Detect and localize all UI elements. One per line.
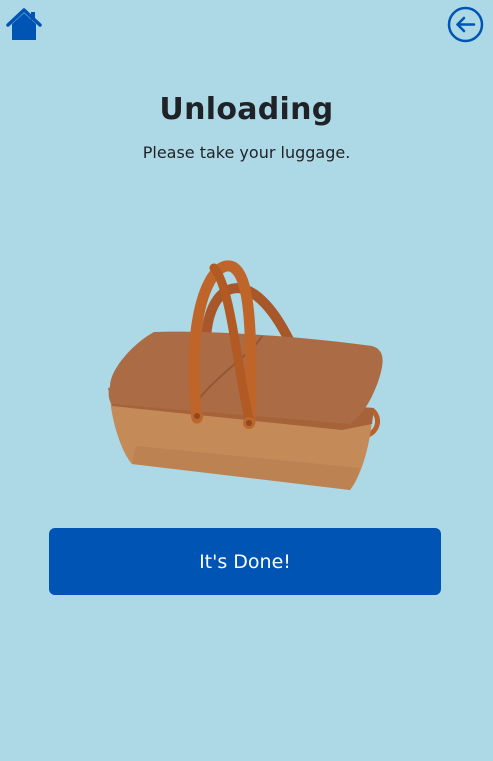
arrow-left-circle-icon bbox=[447, 6, 484, 43]
page-title: Unloading bbox=[159, 92, 334, 127]
home-button[interactable] bbox=[6, 8, 42, 42]
picnic-basket-icon bbox=[108, 260, 383, 490]
basket-illustration bbox=[102, 258, 387, 498]
home-icon bbox=[6, 8, 42, 40]
done-button[interactable]: It's Done! bbox=[49, 528, 441, 595]
back-button[interactable] bbox=[447, 6, 484, 43]
page-subtitle: Please take your luggage. bbox=[142, 143, 351, 162]
